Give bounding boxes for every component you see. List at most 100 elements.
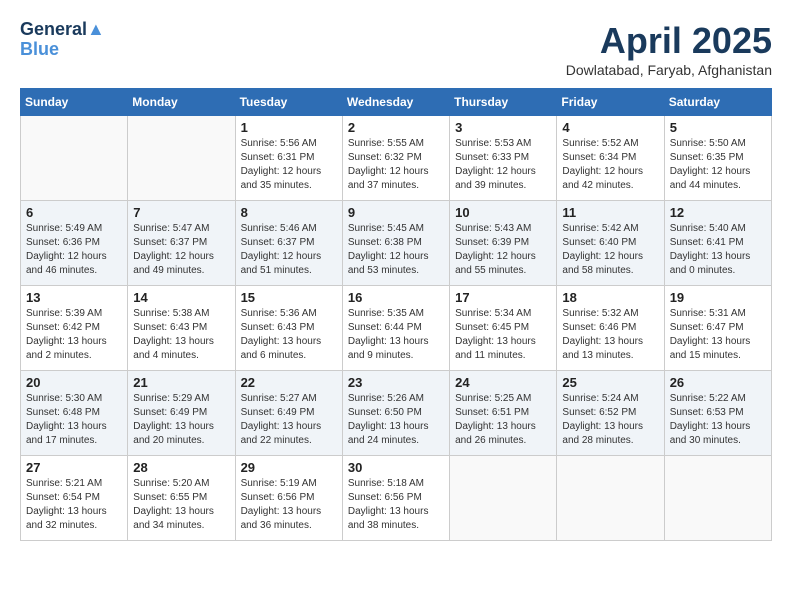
calendar-day-cell: 10 Sunrise: 5:43 AMSunset: 6:39 PMDayligh…	[450, 201, 557, 286]
day-number: 17	[455, 290, 551, 305]
day-info: Sunrise: 5:30 AMSunset: 6:48 PMDaylight:…	[26, 392, 122, 448]
day-number: 26	[670, 375, 766, 390]
calendar-day-cell	[664, 456, 771, 541]
day-number: 9	[348, 205, 444, 220]
calendar-day-cell	[450, 456, 557, 541]
day-info: Sunrise: 5:35 AMSunset: 6:44 PMDaylight:…	[348, 307, 444, 363]
day-info: Sunrise: 5:43 AMSunset: 6:39 PMDaylight:…	[455, 222, 551, 278]
calendar-week-row: 6Sunrise: 5:49 AMSunset: 6:36 PMDaylight…	[21, 201, 772, 286]
calendar-day-cell: 20 Sunrise: 5:30 AMSunset: 6:48 PMDayligh…	[21, 371, 128, 456]
weekday-header: Tuesday	[235, 89, 342, 116]
day-number: 10	[455, 205, 551, 220]
day-number: 28	[133, 460, 229, 475]
logo-text: General▲	[20, 20, 105, 40]
day-number: 3	[455, 120, 551, 135]
day-info: Sunrise: 5:56 AMSunset: 6:31 PMDaylight:…	[241, 137, 337, 193]
calendar-day-cell: 17 Sunrise: 5:34 AMSunset: 6:45 PMDayligh…	[450, 286, 557, 371]
day-info: Sunrise: 5:26 AMSunset: 6:50 PMDaylight:…	[348, 392, 444, 448]
calendar-week-row: 20 Sunrise: 5:30 AMSunset: 6:48 PMDayligh…	[21, 371, 772, 456]
calendar-day-cell: 26 Sunrise: 5:22 AMSunset: 6:53 PMDayligh…	[664, 371, 771, 456]
day-number: 11	[562, 205, 658, 220]
day-number: 1	[241, 120, 337, 135]
day-number: 19	[670, 290, 766, 305]
calendar-day-cell: 4Sunrise: 5:52 AMSunset: 6:34 PMDaylight…	[557, 116, 664, 201]
month-title: April 2025	[566, 20, 772, 62]
calendar-day-cell: 22 Sunrise: 5:27 AMSunset: 6:49 PMDayligh…	[235, 371, 342, 456]
calendar-week-row: 1 Sunrise: 5:56 AMSunset: 6:31 PMDaylight…	[21, 116, 772, 201]
day-info: Sunrise: 5:27 AMSunset: 6:49 PMDaylight:…	[241, 392, 337, 448]
day-number: 7	[133, 205, 229, 220]
day-info: Sunrise: 5:50 AMSunset: 6:35 PMDaylight:…	[670, 137, 766, 193]
day-number: 8	[241, 205, 337, 220]
calendar-day-cell: 14 Sunrise: 5:38 AMSunset: 6:43 PMDayligh…	[128, 286, 235, 371]
calendar-day-cell: 12 Sunrise: 5:40 AMSunset: 6:41 PMDayligh…	[664, 201, 771, 286]
day-info: Sunrise: 5:24 AMSunset: 6:52 PMDaylight:…	[562, 392, 658, 448]
day-number: 2	[348, 120, 444, 135]
day-info: Sunrise: 5:21 AMSunset: 6:54 PMDaylight:…	[26, 477, 122, 533]
day-info: Sunrise: 5:19 AMSunset: 6:56 PMDaylight:…	[241, 477, 337, 533]
day-number: 22	[241, 375, 337, 390]
calendar-day-cell: 24Sunrise: 5:25 AMSunset: 6:51 PMDayligh…	[450, 371, 557, 456]
day-info: Sunrise: 5:34 AMSunset: 6:45 PMDaylight:…	[455, 307, 551, 363]
weekday-header: Saturday	[664, 89, 771, 116]
calendar-day-cell	[21, 116, 128, 201]
calendar-day-cell: 28Sunrise: 5:20 AMSunset: 6:55 PMDayligh…	[128, 456, 235, 541]
calendar-day-cell: 2 Sunrise: 5:55 AMSunset: 6:32 PMDaylight…	[342, 116, 449, 201]
day-number: 13	[26, 290, 122, 305]
calendar-day-cell: 3 Sunrise: 5:53 AMSunset: 6:33 PMDaylight…	[450, 116, 557, 201]
calendar-week-row: 13 Sunrise: 5:39 AMSunset: 6:42 PMDayligh…	[21, 286, 772, 371]
day-info: Sunrise: 5:39 AMSunset: 6:42 PMDaylight:…	[26, 307, 122, 363]
logo: General▲ Blue	[20, 20, 105, 60]
calendar-day-cell: 5 Sunrise: 5:50 AMSunset: 6:35 PMDaylight…	[664, 116, 771, 201]
day-number: 29	[241, 460, 337, 475]
calendar-day-cell: 13 Sunrise: 5:39 AMSunset: 6:42 PMDayligh…	[21, 286, 128, 371]
calendar-day-cell: 8 Sunrise: 5:46 AMSunset: 6:37 PMDaylight…	[235, 201, 342, 286]
calendar-day-cell: 9 Sunrise: 5:45 AMSunset: 6:38 PMDaylight…	[342, 201, 449, 286]
calendar-day-cell: 18 Sunrise: 5:32 AMSunset: 6:46 PMDayligh…	[557, 286, 664, 371]
day-number: 5	[670, 120, 766, 135]
calendar-day-cell: 11 Sunrise: 5:42 AMSunset: 6:40 PMDayligh…	[557, 201, 664, 286]
title-section: April 2025 Dowlatabad, Faryab, Afghanist…	[566, 20, 772, 78]
calendar-day-cell: 21 Sunrise: 5:29 AMSunset: 6:49 PMDayligh…	[128, 371, 235, 456]
day-info: Sunrise: 5:45 AMSunset: 6:38 PMDaylight:…	[348, 222, 444, 278]
weekday-header-row: SundayMondayTuesdayWednesdayThursdayFrid…	[21, 89, 772, 116]
day-info: Sunrise: 5:42 AMSunset: 6:40 PMDaylight:…	[562, 222, 658, 278]
day-number: 6	[26, 205, 122, 220]
day-number: 23	[348, 375, 444, 390]
day-info: Sunrise: 5:46 AMSunset: 6:37 PMDaylight:…	[241, 222, 337, 278]
page-header: General▲ Blue April 2025 Dowlatabad, Far…	[20, 20, 772, 78]
day-number: 30	[348, 460, 444, 475]
calendar-day-cell	[128, 116, 235, 201]
calendar-day-cell: 6Sunrise: 5:49 AMSunset: 6:36 PMDaylight…	[21, 201, 128, 286]
location: Dowlatabad, Faryab, Afghanistan	[566, 62, 772, 78]
calendar-day-cell	[557, 456, 664, 541]
day-info: Sunrise: 5:53 AMSunset: 6:33 PMDaylight:…	[455, 137, 551, 193]
calendar-day-cell: 15 Sunrise: 5:36 AMSunset: 6:43 PMDayligh…	[235, 286, 342, 371]
day-info: Sunrise: 5:36 AMSunset: 6:43 PMDaylight:…	[241, 307, 337, 363]
day-number: 15	[241, 290, 337, 305]
weekday-header: Wednesday	[342, 89, 449, 116]
calendar-day-cell: 29 Sunrise: 5:19 AMSunset: 6:56 PMDayligh…	[235, 456, 342, 541]
day-number: 20	[26, 375, 122, 390]
calendar-day-cell: 16Sunrise: 5:35 AMSunset: 6:44 PMDayligh…	[342, 286, 449, 371]
weekday-header: Sunday	[21, 89, 128, 116]
day-number: 14	[133, 290, 229, 305]
logo-text-blue: Blue	[20, 40, 105, 60]
day-info: Sunrise: 5:29 AMSunset: 6:49 PMDaylight:…	[133, 392, 229, 448]
calendar-day-cell: 19 Sunrise: 5:31 AMSunset: 6:47 PMDayligh…	[664, 286, 771, 371]
calendar-day-cell: 25Sunrise: 5:24 AMSunset: 6:52 PMDayligh…	[557, 371, 664, 456]
calendar-day-cell: 23 Sunrise: 5:26 AMSunset: 6:50 PMDayligh…	[342, 371, 449, 456]
day-number: 21	[133, 375, 229, 390]
day-number: 18	[562, 290, 658, 305]
day-info: Sunrise: 5:31 AMSunset: 6:47 PMDaylight:…	[670, 307, 766, 363]
weekday-header: Monday	[128, 89, 235, 116]
day-number: 12	[670, 205, 766, 220]
day-info: Sunrise: 5:22 AMSunset: 6:53 PMDaylight:…	[670, 392, 766, 448]
day-info: Sunrise: 5:40 AMSunset: 6:41 PMDaylight:…	[670, 222, 766, 278]
day-info: Sunrise: 5:55 AMSunset: 6:32 PMDaylight:…	[348, 137, 444, 193]
calendar-day-cell: 30 Sunrise: 5:18 AMSunset: 6:56 PMDayligh…	[342, 456, 449, 541]
day-info: Sunrise: 5:25 AMSunset: 6:51 PMDaylight:…	[455, 392, 551, 448]
day-info: Sunrise: 5:38 AMSunset: 6:43 PMDaylight:…	[133, 307, 229, 363]
day-info: Sunrise: 5:18 AMSunset: 6:56 PMDaylight:…	[348, 477, 444, 533]
day-info: Sunrise: 5:32 AMSunset: 6:46 PMDaylight:…	[562, 307, 658, 363]
